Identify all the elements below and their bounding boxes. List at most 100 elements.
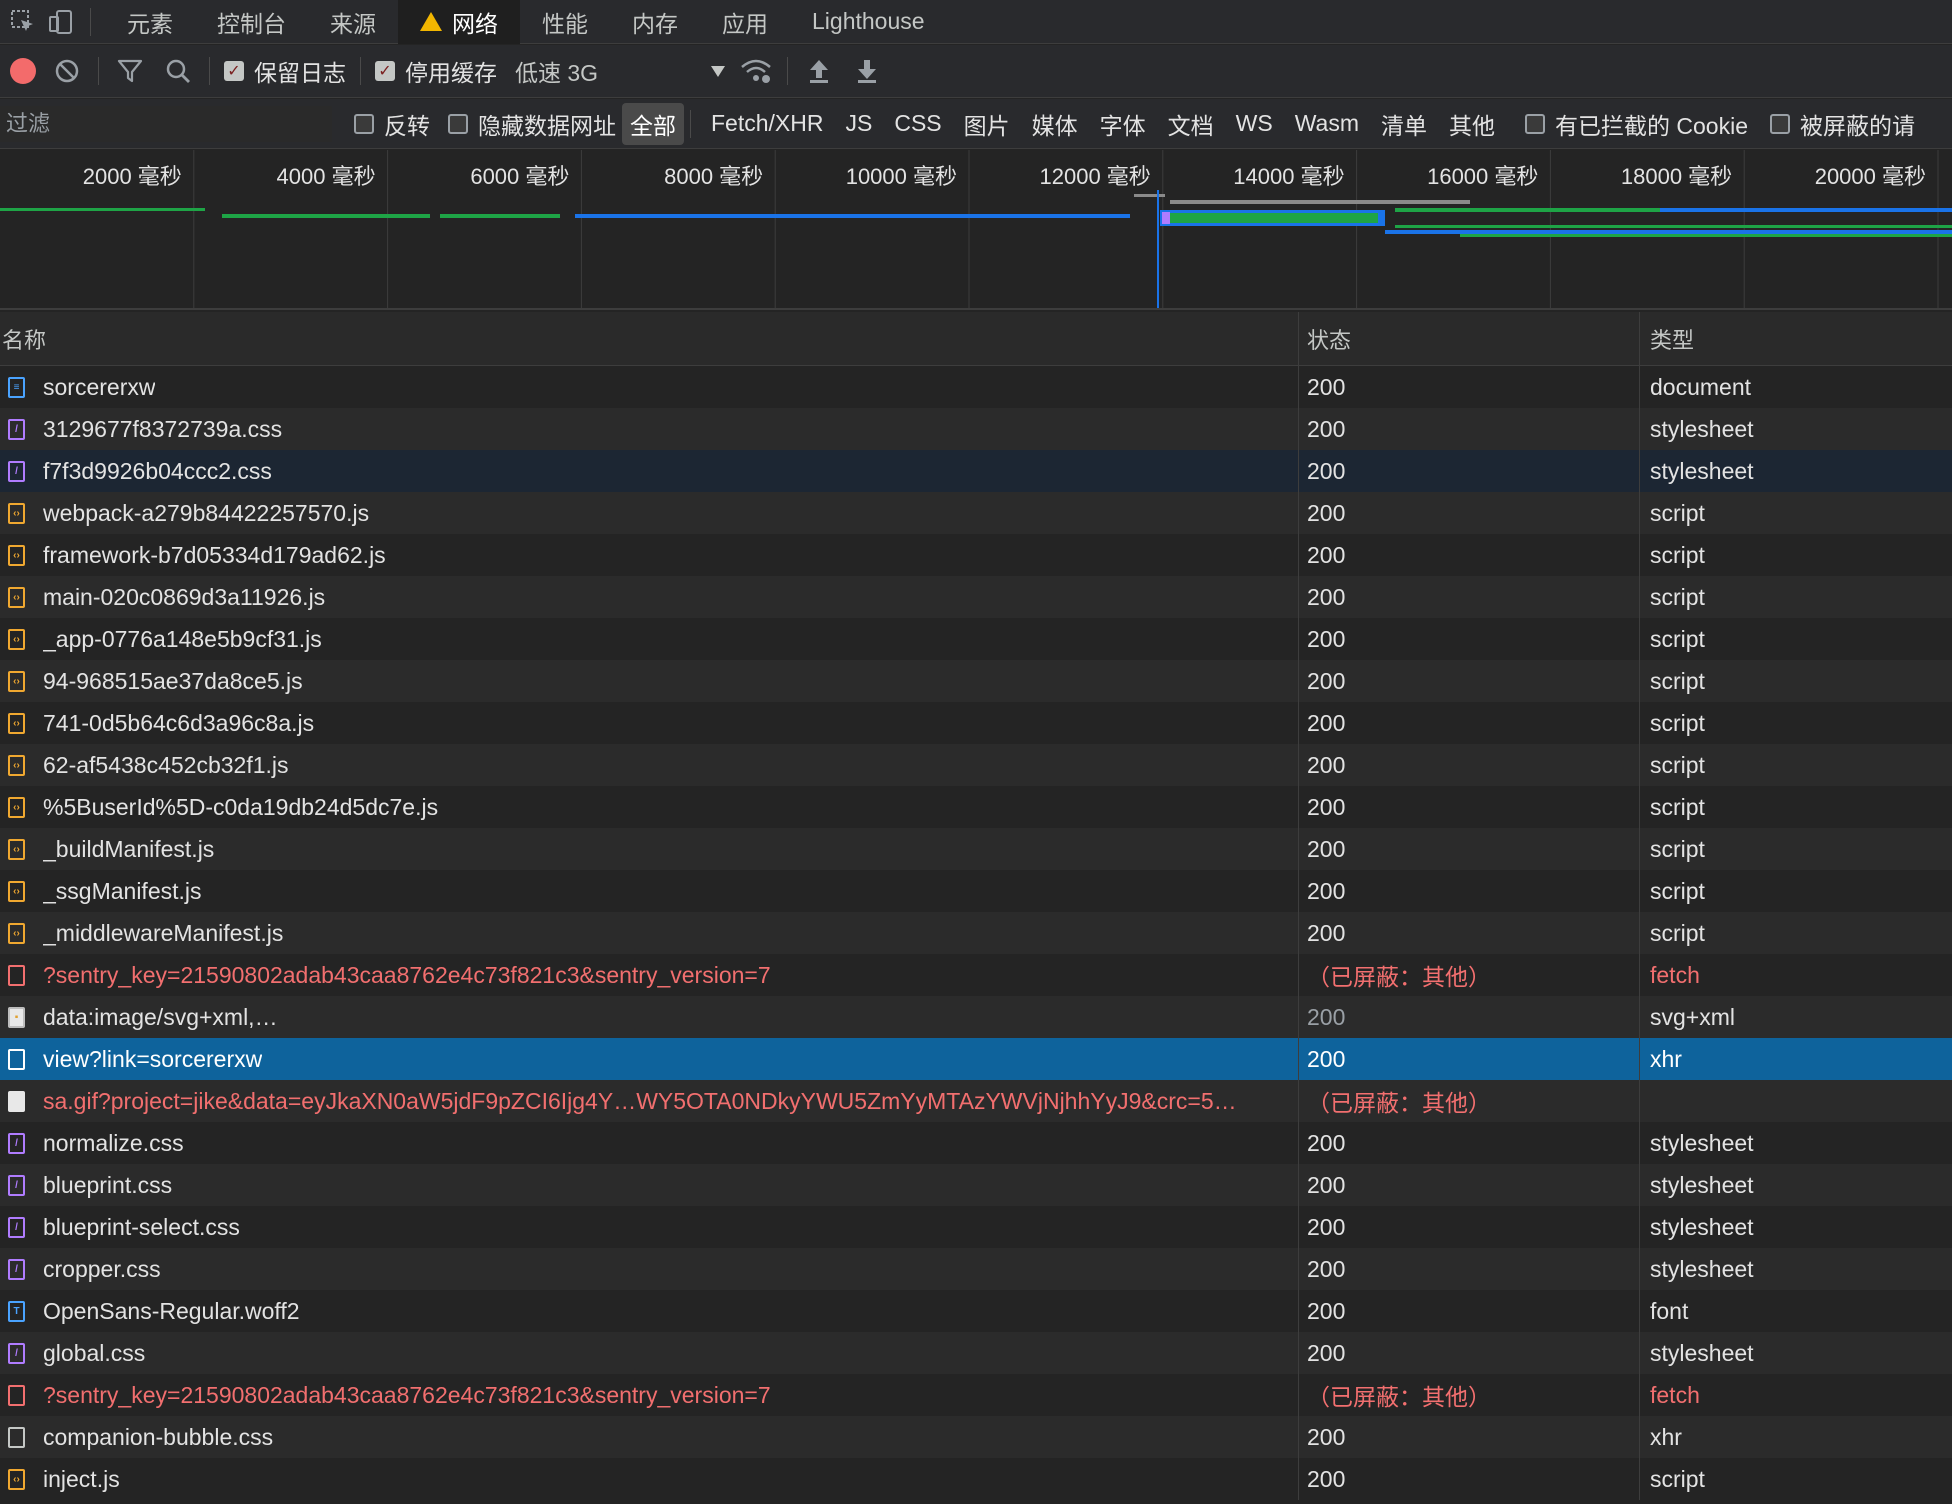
stylesheet-icon: / [8,1258,25,1280]
table-row[interactable]: / cropper.css 200 stylesheet [0,1248,1952,1290]
request-name: _ssgManifest.js [43,877,202,904]
tab-performance[interactable]: 性能 [520,0,610,44]
request-name: 741-0d5b64c6d3a96c8a.js [43,709,315,736]
column-header-name[interactable]: 名称 [0,312,1298,366]
filter-icon[interactable] [113,54,147,88]
table-row[interactable]: / global.css 200 stylesheet [0,1332,1952,1374]
table-row[interactable]: ‹› _buildManifest.js 200 script [0,828,1952,870]
table-row[interactable]: ‹› %5BuserId%5D-c0da19db24d5dc7e.js 200 scr… [0,786,1952,828]
checkbox-unchecked-icon [448,113,468,134]
blocked-requests-checkbox[interactable]: 被屏蔽的请 [1769,107,1915,141]
table-row[interactable]: ‹› 62-af5438c452cb32f1.js 200 script [0,744,1952,786]
export-har-icon[interactable] [850,54,884,88]
table-row[interactable]: ‹› _middlewareManifest.js 200 script [0,912,1952,954]
cell-type: stylesheet [1639,1122,1952,1164]
table-row[interactable]: ‹› framework-b7d05334d179ad62.js 200 script [0,534,1952,576]
table-row[interactable]: ▪ data:image/svg+xml,… 200 svg+xml [0,996,1952,1038]
tab-application[interactable]: 应用 [700,0,790,44]
table-row[interactable]: sa.gif?project=jike&data=eyJkaXN0aW5jdF9… [0,1080,1952,1122]
table-row[interactable]: ‹› main-020c0869d3a11926.js 200 script [0,576,1952,618]
search-icon[interactable] [161,54,195,88]
record-icon[interactable] [10,58,36,84]
cell-type: fetch [1639,954,1952,996]
network-conditions-icon[interactable] [739,54,773,88]
table-row[interactable]: ‹› _ssgManifest.js 200 script [0,870,1952,912]
table-row[interactable]: / blueprint.css 200 stylesheet [0,1164,1952,1206]
table-row[interactable]: / f7f3d9926b04ccc2.css 200 stylesheet [0,450,1952,492]
divider [209,57,210,85]
type-filter-manifest[interactable]: 清单 [1373,103,1435,145]
timeline-request-bar [1660,208,1952,212]
column-header-type[interactable]: 类型 [1639,312,1952,366]
type-filter-doc[interactable]: 文档 [1160,103,1222,145]
type-filter-other[interactable]: 其他 [1441,103,1503,145]
table-row[interactable]: companion-bubble.css 200 xhr [0,1416,1952,1458]
import-har-icon[interactable] [802,54,836,88]
request-name: companion-bubble.css [43,1423,274,1450]
cell-name: / blueprint.css [0,1172,1298,1199]
disable-cache-checkbox[interactable]: ✓ 停用缓存 [375,54,497,88]
type-filter-ws[interactable]: WS [1228,106,1281,141]
preserve-log-checkbox[interactable]: ✓ 保留日志 [224,54,346,88]
tab-sources[interactable]: 来源 [308,0,398,44]
table-row[interactable]: / blueprint-select.css 200 stylesheet [0,1206,1952,1248]
table-row[interactable]: ‹› webpack-a279b84422257570.js 200 script [0,492,1952,534]
request-table-body: ≡ sorcererxw 200 document/3129677f8372739a.… [0,366,1952,1500]
tab-label: 性能 [542,10,588,37]
type-filter-all[interactable]: 全部 [622,102,684,145]
type-filter-img[interactable]: 图片 [956,103,1018,145]
timeline-tick-label: 2000 毫秒 [83,164,182,189]
table-row[interactable]: ‹› 94-968515ae37da8ce5.js 200 script [0,660,1952,702]
column-header-status[interactable]: 状态 [1298,312,1639,366]
request-name: sa.gif?project=jike&data=eyJkaXN0aW5jdF9… [43,1087,1237,1114]
type-filter-font[interactable]: 字体 [1092,103,1154,145]
checkbox-unchecked-icon [1769,113,1790,134]
table-row[interactable]: ‹› 741-0d5b64c6d3a96c8a.js 200 script [0,702,1952,744]
chevron-down-icon [711,65,725,77]
cell-name: ▪ data:image/svg+xml,… [0,1004,1298,1031]
table-row[interactable]: ?sentry_key=21590802adab43caa8762e4c73f8… [0,1374,1952,1416]
cell-status: （已屏蔽：其他） [1298,1080,1639,1122]
tab-lighthouse[interactable]: Lighthouse [790,0,947,44]
request-name: blueprint.css [43,1171,173,1198]
cell-type: script [1639,744,1952,786]
table-row[interactable]: view?link=sorcererxw 200 xhr [0,1038,1952,1080]
overview-timeline[interactable]: 2000 毫秒 4000 毫秒 6000 毫秒 8000 毫秒 10000 毫秒 1200… [0,150,1952,310]
table-row[interactable]: / 3129677f8372739a.css 200 stylesheet [0,408,1952,450]
hide-data-urls-checkbox[interactable]: 隐藏数据网址 [448,107,616,141]
type-filter-js[interactable]: JS [837,106,880,141]
table-row[interactable]: ?sentry_key=21590802adab43caa8762e4c73f8… [0,954,1952,996]
type-filter-wasm[interactable]: Wasm [1287,106,1367,141]
device-toolbar-icon[interactable] [46,7,76,37]
blocked-cookies-checkbox[interactable]: 有已拦截的 Cookie [1525,107,1748,141]
type-filter-fetch-xhr[interactable]: Fetch/XHR [703,106,831,141]
cell-type: script [1639,870,1952,912]
tab-console[interactable]: 控制台 [195,0,308,44]
tab-network[interactable]: 网络 [398,0,520,44]
network-overview[interactable]: 2000 毫秒 4000 毫秒 6000 毫秒 8000 毫秒 10000 毫秒 1200… [0,150,1952,310]
divider [98,57,99,85]
table-row[interactable]: / normalize.css 200 stylesheet [0,1122,1952,1164]
table-row[interactable]: ‹› inject.js 200 script [0,1458,1952,1500]
request-name: blueprint-select.css [43,1213,240,1240]
cell-status: 200 [1298,1332,1639,1374]
type-filter-css[interactable]: CSS [886,106,949,141]
cell-name: ‹› main-020c0869d3a11926.js [0,584,1298,611]
inspect-element-icon[interactable] [8,7,38,37]
table-row[interactable]: T OpenSans-Regular.woff2 200 font [0,1290,1952,1332]
table-row[interactable]: ≡ sorcererxw 200 document [0,366,1952,408]
tab-elements[interactable]: 元素 [105,0,195,44]
type-filter-media[interactable]: 媒体 [1024,103,1086,145]
table-row[interactable]: ‹› _app-0776a148e5b9cf31.js 200 script [0,618,1952,660]
invert-checkbox[interactable]: 反转 [354,107,430,141]
cell-status: 200 [1298,1206,1639,1248]
cell-name: / cropper.css [0,1256,1298,1283]
throttling-select[interactable]: 低速 3G [515,54,725,88]
request-name: webpack-a279b84422257570.js [43,499,370,526]
filter-input[interactable] [0,105,332,142]
script-icon: ‹› [8,1468,25,1490]
script-icon: ‹› [8,880,25,902]
clear-icon[interactable] [50,54,84,88]
checkbox-checked-icon: ✓ [224,61,244,81]
tab-memory[interactable]: 内存 [610,0,700,44]
